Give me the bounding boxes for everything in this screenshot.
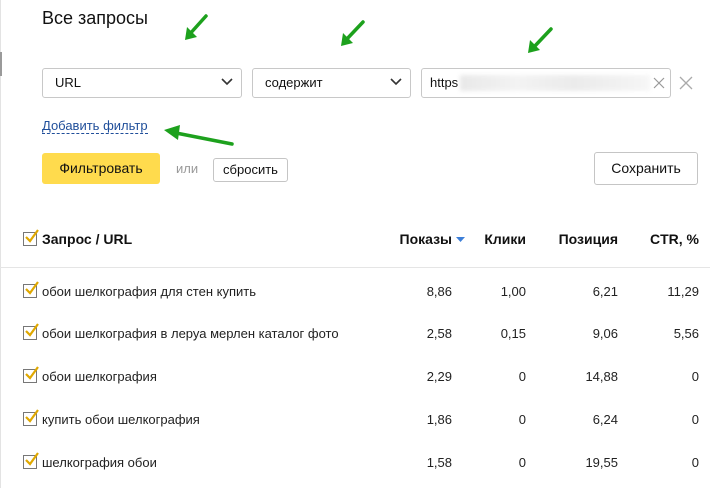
ctr-value: 0	[691, 369, 699, 384]
clicks-value: 0,15	[500, 326, 526, 341]
table-row: обои шелкография в леруа мерлен каталог …	[0, 323, 710, 369]
select-all-checkbox[interactable]	[23, 229, 39, 246]
query-text: шелкография обои	[42, 455, 157, 470]
position-value: 9,06	[592, 326, 618, 341]
page-title: Все запросы	[42, 8, 148, 28]
table-row: купить обои шелкография 1,86 0 6,24 0	[0, 409, 710, 455]
filter-value-input[interactable]: https	[421, 68, 671, 98]
position-value: 6,21	[592, 284, 618, 299]
redacted-url-blur	[460, 75, 650, 91]
row-checkbox[interactable]	[23, 452, 39, 469]
shows-value: 2,58	[426, 326, 452, 341]
operator-select[interactable]: содержит	[252, 68, 411, 98]
remove-filter-icon[interactable]	[679, 76, 693, 90]
save-button[interactable]: Сохранить	[594, 152, 698, 185]
apply-filter-button[interactable]: Фильтровать	[42, 153, 160, 184]
query-text: обои шелкография в леруа мерлен каталог …	[42, 326, 339, 341]
row-checkbox[interactable]	[23, 323, 39, 340]
shows-value: 8,86	[426, 284, 452, 299]
annotation-arrow-icon	[185, 14, 208, 40]
query-text: купить обои шелкография	[42, 412, 200, 427]
shows-value: 1,58	[426, 455, 452, 470]
field-select[interactable]: URL	[42, 68, 242, 98]
shows-value: 1,86	[426, 412, 452, 427]
sort-desc-icon	[456, 237, 465, 242]
column-header-position[interactable]: Позиция	[540, 231, 618, 247]
ctr-value: 5,56	[673, 326, 699, 341]
chevron-down-icon	[221, 78, 233, 86]
query-text: обои шелкография для стен купить	[42, 284, 256, 299]
add-filter-link[interactable]: Добавить фильтр	[42, 118, 148, 134]
checkmark-icon	[25, 281, 39, 295]
checkmark-icon	[25, 452, 39, 466]
clicks-value: 0	[518, 369, 526, 384]
table-row: обои шелкография 2,29 0 14,88 0	[0, 366, 710, 412]
clicks-value: 0	[518, 412, 526, 427]
column-header-clicks[interactable]: Клики	[470, 231, 526, 247]
filter-value-text: https	[430, 75, 459, 90]
reset-button[interactable]: сбросить	[213, 158, 288, 182]
or-label: или	[176, 161, 199, 176]
annotation-arrow-icon	[341, 20, 365, 46]
clicks-value: 1,00	[500, 284, 526, 299]
checkmark-icon	[25, 366, 39, 380]
ctr-value: 0	[691, 455, 699, 470]
column-header-query[interactable]: Запрос / URL	[42, 231, 132, 247]
header-divider	[0, 267, 710, 268]
query-text: обои шелкография	[42, 369, 157, 384]
table-row: обои шелкография для стен купить 8,86 1,…	[0, 281, 710, 327]
shows-value: 2,29	[426, 369, 452, 384]
ctr-value: 11,29	[667, 284, 699, 299]
annotation-arrow-icon	[528, 27, 553, 53]
position-value: 6,24	[592, 412, 618, 427]
annotation-arrow-icon	[164, 125, 234, 146]
row-checkbox[interactable]	[23, 366, 39, 383]
row-checkbox[interactable]	[23, 409, 39, 426]
position-value: 14,88	[585, 369, 618, 384]
column-header-shows[interactable]: Показы	[360, 231, 453, 247]
clicks-value: 0	[518, 455, 526, 470]
table-row: шелкография обои 1,58 0 19,55 0	[0, 452, 710, 498]
position-value: 19,55	[585, 455, 618, 470]
column-header-ctr[interactable]: CTR, %	[630, 231, 699, 247]
checkmark-icon	[25, 229, 39, 243]
chevron-down-icon	[390, 78, 402, 86]
checkmark-icon	[25, 323, 39, 337]
operator-select-value: содержит	[265, 75, 323, 90]
clear-input-icon[interactable]	[652, 76, 666, 90]
left-scroll-notch	[0, 52, 2, 76]
field-select-value: URL	[55, 75, 82, 90]
checkmark-icon	[25, 409, 39, 423]
row-checkbox[interactable]	[23, 281, 39, 298]
ctr-value: 0	[691, 412, 699, 427]
